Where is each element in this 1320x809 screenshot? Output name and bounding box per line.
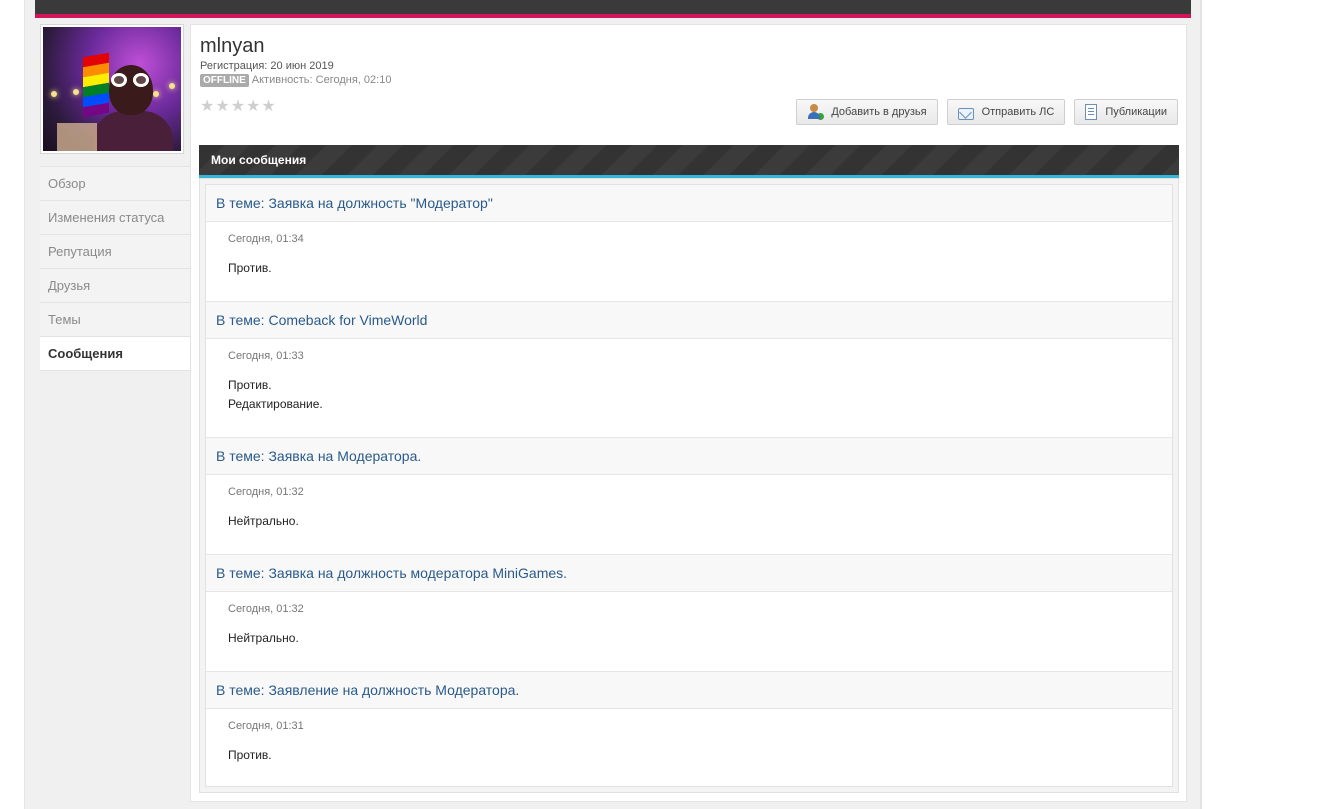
star-icon[interactable]: ★ <box>246 99 260 115</box>
post-text-line: Против. <box>228 378 272 392</box>
profile-nav: Обзор Изменения статуса Репутация Друзья Тем… <box>40 166 191 371</box>
post-topic-link[interactable]: В теме: Заявка на должность "Модератор" <box>206 185 1172 222</box>
star-icon[interactable]: ★ <box>200 99 214 115</box>
sidebar-item[interactable]: Сообщения <box>40 337 191 371</box>
avatar[interactable] <box>43 27 181 151</box>
section-header: Мои сообщения <box>199 145 1179 178</box>
post-text-line: Против. <box>228 261 272 275</box>
sidebar-item[interactable]: Темы <box>40 303 190 337</box>
publications-label: Публикации <box>1105 106 1167 118</box>
divider <box>1200 0 1201 809</box>
post-date[interactable]: Сегодня, 01:33 <box>228 350 1150 362</box>
status-line: OFFLINE Активность: Сегодня, 02:10 <box>200 74 391 87</box>
star-icon[interactable]: ★ <box>215 99 229 115</box>
post-text: Нейтрально. <box>228 629 1150 648</box>
avatar-figure <box>93 111 173 151</box>
sidebar-item[interactable]: Изменения статуса <box>40 201 190 235</box>
add-friend-label: Добавить в друзья <box>831 106 927 118</box>
posts-container: В теме: Заявка на должность "Модератор" С… <box>199 178 1179 793</box>
post-text: Против. <box>228 746 1150 765</box>
post-text: Нейтрально. <box>228 512 1150 531</box>
send-pm-button[interactable]: Отправить ЛС <box>946 99 1066 125</box>
post-text-line: Нейтрально. <box>228 514 299 528</box>
rating-stars[interactable]: ★ ★ ★ ★ ★ <box>200 99 276 115</box>
registration-date: Регистрация: 20 июн 2019 <box>200 60 334 72</box>
post-date[interactable]: Сегодня, 01:32 <box>228 486 1150 498</box>
post-text-line: Против. <box>228 748 272 762</box>
star-icon[interactable]: ★ <box>231 99 245 115</box>
post-body: Сегодня, 01:31 Против. <box>206 709 1172 788</box>
post-date[interactable]: Сегодня, 01:32 <box>228 603 1150 615</box>
post-text-line: Редактирование. <box>228 397 323 411</box>
post-topic-link[interactable]: В теме: Заявка на должность модератора M… <box>206 554 1172 592</box>
status-badge: OFFLINE <box>200 74 249 87</box>
profile-username: mlnyan <box>200 35 265 57</box>
last-activity: Активность: Сегодня, 02:10 <box>251 74 392 86</box>
post-topic-link[interactable]: В теме: Заявка на Модератора. <box>206 437 1172 475</box>
post-text: Против. <box>228 259 1150 278</box>
add-friend-icon <box>807 104 825 120</box>
send-pm-label: Отправить ЛС <box>981 106 1055 118</box>
post-date[interactable]: Сегодня, 01:31 <box>228 720 1150 732</box>
top-navbar <box>35 0 1191 18</box>
posts-list: В теме: Заявка на должность "Модератор" С… <box>205 184 1173 787</box>
post-text: Против. Редактирование. <box>228 376 1150 414</box>
profile-actions: Добавить в друзья Отправить ЛС Публикаци… <box>796 99 1178 125</box>
envelope-icon <box>957 107 974 120</box>
post-date[interactable]: Сегодня, 01:34 <box>228 233 1150 245</box>
avatar-sign <box>57 123 97 151</box>
sidebar-item[interactable]: Обзор <box>40 167 190 201</box>
star-icon[interactable]: ★ <box>261 99 275 115</box>
add-friend-button[interactable]: Добавить в друзья <box>796 99 938 125</box>
section-title: Мои сообщения <box>211 153 307 167</box>
rainbow-flag-image <box>83 52 109 118</box>
post-body: Сегодня, 01:33 Против. Редактирование. <box>206 339 1172 437</box>
profile-sidebar: Обзор Изменения статуса Репутация Друзья Тем… <box>40 24 191 371</box>
post-topic-link[interactable]: В теме: Заявление на должность Модератор… <box>206 671 1172 709</box>
post-body: Сегодня, 01:32 Нейтрально. <box>206 592 1172 671</box>
sidebar-item[interactable]: Друзья <box>40 269 190 303</box>
post-body: Сегодня, 01:32 Нейтрально. <box>206 475 1172 554</box>
glasses-image <box>111 73 151 87</box>
post-body: Сегодня, 01:34 Против. <box>206 222 1172 301</box>
profile-main: mlnyan Регистрация: 20 июн 2019 OFFLINE А… <box>190 24 1187 802</box>
post-topic-link[interactable]: В теме: Comeback for VimeWorld <box>206 301 1172 339</box>
avatar-frame <box>40 24 184 154</box>
sidebar-item[interactable]: Репутация <box>40 235 190 269</box>
publications-button[interactable]: Публикации <box>1074 99 1178 125</box>
post-text-line: Нейтрально. <box>228 631 299 645</box>
document-icon <box>1085 104 1098 120</box>
